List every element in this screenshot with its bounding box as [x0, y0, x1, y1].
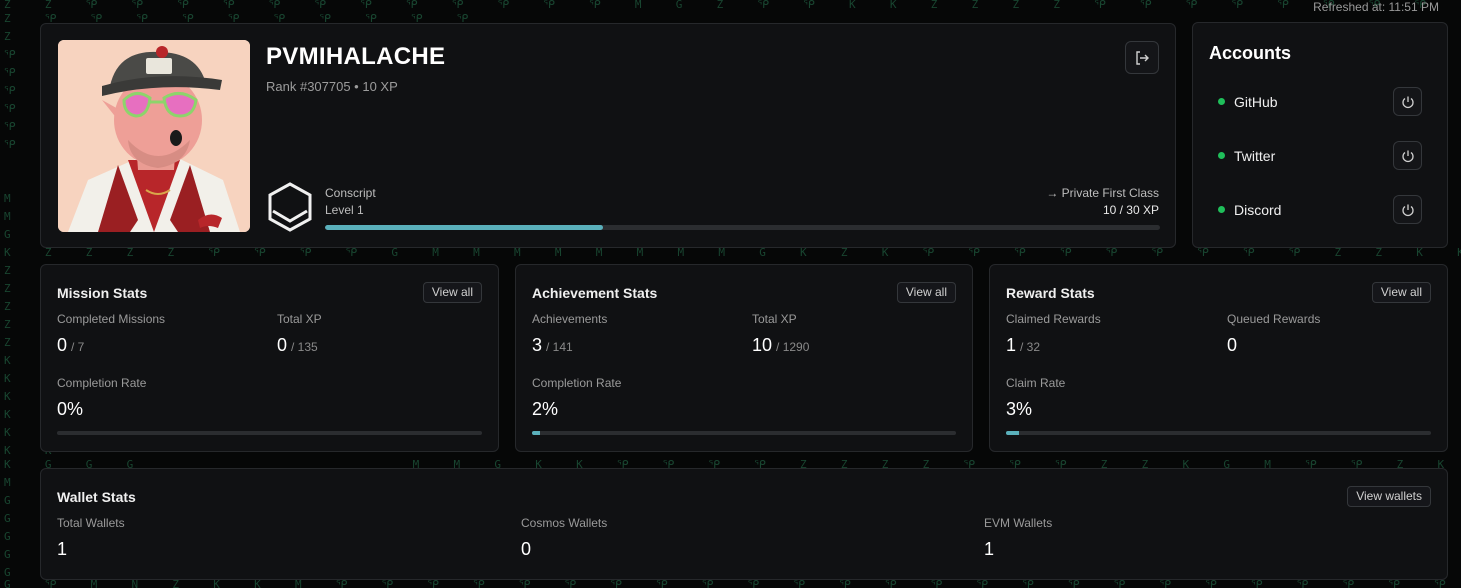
mission-progress-bar [57, 431, 482, 435]
rank-level: Level 1 [325, 203, 364, 217]
achievement-stats-card: Achievement Stats View all Achievements … [515, 264, 973, 452]
disconnect-twitter-button[interactable] [1393, 141, 1422, 170]
mission-completion-value: 0% [57, 399, 84, 419]
mission-xp-value: 0/ 135 [277, 335, 318, 355]
reward-stats-card: Reward Stats View all Claimed Rewards 1/… [989, 264, 1448, 452]
account-row-discord: Discord [1218, 195, 1422, 225]
page-title: PVMIHALACHE [266, 43, 446, 70]
achievement-completion-label: Completion Rate [532, 376, 622, 390]
reward-progress-fill [1006, 431, 1019, 435]
achievement-progress-bar [532, 431, 956, 435]
accounts-title: Accounts [1209, 43, 1292, 63]
achievement-completion-value: 2% [532, 399, 559, 419]
completed-missions-value: 0/ 7 [57, 335, 85, 355]
account-label: GitHub [1234, 94, 1278, 110]
reward-stats-title: Reward Stats [1006, 285, 1095, 301]
mission-completion-label: Completion Rate [57, 376, 147, 390]
xp-progress-count: 10 / 30 XP [1102, 203, 1159, 217]
hexagon-rank-icon [268, 182, 312, 232]
achievement-progress-fill [532, 431, 541, 435]
status-dot [1218, 98, 1225, 105]
queued-rewards-label: Queued Rewards [1227, 312, 1321, 326]
power-icon [1401, 150, 1414, 162]
mission-stats-card: Mission Stats View all Completed Mission… [40, 264, 499, 452]
reward-progress-bar [1006, 431, 1431, 435]
account-label: Discord [1234, 202, 1282, 218]
account-row-github: GitHub [1218, 87, 1422, 117]
completed-missions-label: Completed Missions [57, 312, 166, 326]
achievements-label: Achievements [532, 312, 608, 326]
view-all-achievements-button[interactable]: View all [896, 282, 956, 303]
achievement-xp-value: 10/ 1290 [752, 335, 810, 355]
logout-button[interactable] [1125, 41, 1159, 74]
total-wallets-label: Total Wallets [57, 516, 125, 530]
cosmos-wallets-label: Cosmos Wallets [521, 516, 608, 530]
avatar [58, 40, 250, 232]
account-row-twitter: Twitter [1218, 141, 1422, 171]
power-icon [1401, 96, 1414, 108]
achievements-value: 3/ 141 [532, 335, 573, 355]
mission-stats-title: Mission Stats [57, 285, 148, 301]
view-wallets-button[interactable]: View wallets [1347, 486, 1431, 507]
power-icon [1401, 204, 1414, 216]
evm-wallets-label: EVM Wallets [984, 516, 1053, 530]
evm-wallets-value: 1 [984, 539, 995, 559]
claim-rate-label: Claim Rate [1006, 376, 1066, 390]
xp-progress-bar [325, 225, 1160, 230]
rank-line: Rank #307705 • 10 XP [266, 79, 398, 94]
mission-xp-label: Total XP [277, 312, 322, 326]
disconnect-discord-button[interactable] [1393, 195, 1422, 224]
achievement-stats-title: Achievement Stats [532, 285, 658, 301]
status-dot [1218, 152, 1225, 159]
accounts-card: Accounts GitHub Twitter Discord [1192, 22, 1448, 248]
claimed-rewards-value: 1/ 32 [1006, 335, 1041, 355]
account-label: Twitter [1234, 148, 1276, 164]
claim-rate-value: 3% [1006, 399, 1033, 419]
xp-progress-fill [325, 225, 604, 230]
queued-rewards-value: 0 [1227, 335, 1238, 355]
status-dot [1218, 206, 1225, 213]
next-rank: → Private First Class [1046, 186, 1159, 200]
current-rank: Conscript [325, 186, 376, 200]
view-all-rewards-button[interactable]: View all [1371, 282, 1431, 303]
claimed-rewards-label: Claimed Rewards [1006, 312, 1101, 326]
disconnect-github-button[interactable] [1393, 87, 1422, 116]
wallet-stats-card: Wallet Stats View wallets Total Wallets … [40, 468, 1448, 580]
wallet-stats-title: Wallet Stats [57, 489, 136, 505]
refreshed-timestamp: Refreshed at: 11:51 PM [1313, 0, 1439, 14]
view-all-missions-button[interactable]: View all [422, 282, 482, 303]
logout-icon [1136, 50, 1149, 65]
cosmos-wallets-value: 0 [521, 539, 532, 559]
avatar-illustration-icon [58, 40, 250, 232]
achievement-xp-label: Total XP [752, 312, 797, 326]
total-wallets-value: 1 [57, 539, 68, 559]
profile-card: PVMIHALACHE Rank #307705 • 10 XP Conscri… [40, 23, 1176, 248]
